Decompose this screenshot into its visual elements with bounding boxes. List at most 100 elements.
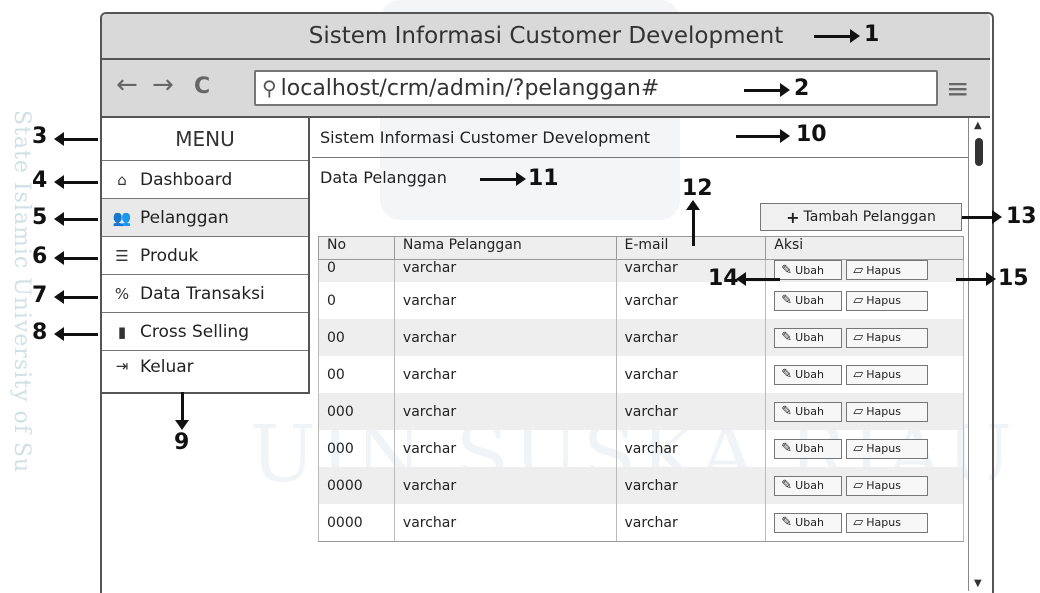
- sidebar-item-label: Produk: [140, 245, 199, 266]
- annotation-label: 15: [998, 266, 1029, 291]
- annotation-label: 7: [32, 283, 48, 308]
- annotation-label: 14: [708, 266, 739, 291]
- hamburger-menu-icon[interactable]: ≡: [946, 72, 969, 105]
- edit-icon: ✎: [781, 293, 793, 308]
- forward-icon[interactable]: →: [152, 70, 174, 100]
- cell-email: varchar: [615, 319, 767, 356]
- cell-aksi: ✎ Ubah ▱ Hapus: [765, 467, 964, 504]
- annotation-arrow: [736, 129, 790, 143]
- delete-button[interactable]: ▱ Hapus: [846, 364, 929, 385]
- edit-label: Ubah: [795, 442, 824, 455]
- eraser-icon: ▱: [853, 404, 864, 419]
- annotation-arrow: [480, 172, 526, 186]
- annotation-arrow: [744, 83, 790, 97]
- sidebar-item-cross-selling[interactable]: ▮ Cross Selling: [102, 313, 308, 351]
- delete-button[interactable]: ▱ Hapus: [846, 327, 929, 348]
- table-header-row: No Nama Pelanggan E-mail Aksi: [318, 236, 964, 260]
- cell-nama: varchar: [393, 467, 617, 504]
- sidebar-item-produk[interactable]: ☰ Produk: [102, 237, 308, 275]
- edit-button[interactable]: ✎ Ubah: [774, 438, 843, 459]
- plus-icon: +: [786, 207, 800, 227]
- delete-button[interactable]: ▱ Hapus: [846, 260, 929, 280]
- annotation-label: 13: [1006, 204, 1037, 229]
- cell-no: 000: [318, 393, 395, 430]
- delete-label: Hapus: [866, 263, 901, 277]
- delete-button[interactable]: ▱ Hapus: [846, 401, 929, 422]
- cell-nama: varchar: [393, 282, 617, 319]
- annotation-arrow: [175, 392, 189, 430]
- table-row: 000 varchar varchar ✎ Ubah ▱ Hapus: [318, 393, 964, 430]
- edit-button[interactable]: ✎ Ubah: [774, 364, 843, 385]
- sidebar: MENU ⌂ Dashboard 👥 Pelanggan ☰ Produk % …: [102, 118, 310, 394]
- edit-button[interactable]: ✎ Ubah: [774, 260, 843, 280]
- delete-label: Hapus: [866, 368, 901, 381]
- delete-button[interactable]: ▱ Hapus: [846, 438, 929, 459]
- annotation-label: 2: [794, 76, 810, 101]
- scroll-thumb[interactable]: [975, 138, 983, 166]
- edit-label: Ubah: [795, 331, 824, 344]
- cell-no: 00: [318, 319, 395, 356]
- annotation-label: 10: [796, 122, 827, 147]
- delete-label: Hapus: [866, 479, 901, 492]
- edit-button[interactable]: ✎ Ubah: [774, 475, 843, 496]
- annotation-label: 11: [528, 166, 559, 191]
- eraser-icon: ▱: [853, 262, 864, 278]
- edit-icon: ✎: [781, 515, 793, 530]
- scrollbar[interactable]: ▲ ▼: [968, 118, 989, 591]
- eraser-icon: ▱: [853, 293, 864, 308]
- sidebar-item-label: Cross Selling: [140, 321, 249, 342]
- back-icon[interactable]: ←: [116, 70, 138, 100]
- edit-icon: ✎: [781, 262, 793, 278]
- annotation-arrow: [54, 290, 98, 304]
- cell-no: 0000: [318, 504, 395, 542]
- sidebar-item-label: Pelanggan: [140, 207, 229, 228]
- annotation-label: 6: [32, 244, 48, 269]
- cell-no: 00: [318, 356, 395, 393]
- cell-no: 0: [318, 259, 395, 282]
- sidebar-item-data-transaksi[interactable]: % Data Transaksi: [102, 275, 308, 313]
- cell-nama: varchar: [393, 319, 617, 356]
- annotation-arrow: [686, 200, 700, 246]
- cell-no: 0: [318, 282, 395, 319]
- annotation-arrow: [736, 272, 780, 286]
- delete-label: Hapus: [866, 331, 901, 344]
- edit-label: Ubah: [795, 294, 824, 307]
- delete-button[interactable]: ▱ Hapus: [846, 512, 929, 533]
- table-row: 0 varchar varchar ✎ Ubah ▱ Hapus: [318, 282, 964, 319]
- cell-email: varchar: [615, 282, 767, 319]
- annotation-arrow: [962, 210, 1002, 224]
- users-icon: 👥: [112, 208, 132, 227]
- table-row: 0000 varchar varchar ✎ Ubah ▱ Hapus: [318, 504, 964, 542]
- column-header: E-mail: [615, 236, 767, 260]
- cell-no: 0000: [318, 467, 395, 504]
- edit-icon: ✎: [781, 478, 793, 493]
- annotation-label: 12: [682, 176, 713, 201]
- edit-button[interactable]: ✎ Ubah: [774, 290, 843, 311]
- url-bar[interactable]: ⚲ localhost/crm/admin/?pelanggan#: [254, 70, 938, 106]
- sidebar-item-dashboard[interactable]: ⌂ Dashboard: [102, 161, 308, 199]
- edit-button[interactable]: ✎ Ubah: [774, 512, 843, 533]
- reload-icon[interactable]: C: [194, 74, 210, 99]
- column-header: Aksi: [765, 236, 964, 260]
- edit-icon: ✎: [781, 404, 793, 419]
- sidebar-item-keluar[interactable]: ⇥ Keluar: [102, 351, 308, 394]
- eraser-icon: ▱: [853, 330, 864, 345]
- edit-label: Ubah: [795, 263, 824, 277]
- delete-button[interactable]: ▱ Hapus: [846, 475, 929, 496]
- percent-icon: %: [114, 284, 130, 303]
- delete-button[interactable]: ▱ Hapus: [846, 290, 929, 311]
- cell-nama: varchar: [393, 504, 617, 542]
- edit-button[interactable]: ✎ Ubah: [774, 327, 843, 348]
- add-button-label: Tambah Pelanggan: [803, 209, 936, 225]
- add-customer-button[interactable]: + Tambah Pelanggan: [760, 203, 962, 231]
- scroll-up-icon[interactable]: ▲: [974, 120, 982, 131]
- cell-email: varchar: [615, 430, 767, 467]
- sidebar-item-pelanggan[interactable]: 👥 Pelanggan: [102, 199, 308, 237]
- annotation-arrow: [54, 175, 98, 189]
- scroll-down-icon[interactable]: ▼: [974, 578, 982, 589]
- edit-button[interactable]: ✎ Ubah: [774, 401, 843, 422]
- watermark-side-text: State Islamic University of Su: [9, 110, 34, 474]
- cell-aksi: ✎ Ubah ▱ Hapus: [765, 356, 964, 393]
- table-row: 0 varchar varchar ✎ Ubah ▱ Hapus: [318, 259, 964, 282]
- edit-icon: ✎: [781, 367, 793, 382]
